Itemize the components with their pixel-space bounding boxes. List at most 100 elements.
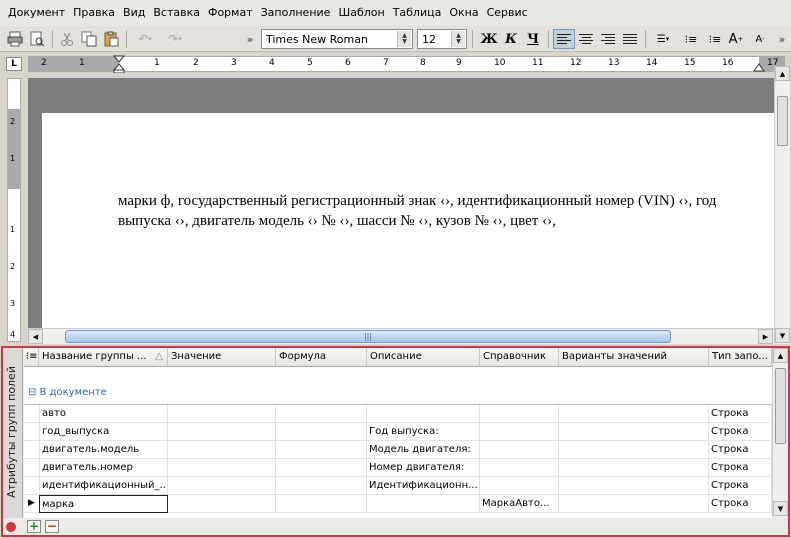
menu-document[interactable]: Документ — [4, 0, 69, 26]
font-name-arrow-icon[interactable]: ▲ ▼ — [397, 31, 411, 47]
add-row-button[interactable]: + — [27, 520, 41, 533]
column-header-variants[interactable]: Варианты значений — [559, 348, 709, 367]
cell-dictionary[interactable] — [480, 459, 559, 477]
column-header-type[interactable]: Тип запо... — [709, 348, 772, 367]
cell-type[interactable]: Строка — [709, 405, 772, 423]
toolbar-overflow-icon[interactable]: » — [244, 29, 256, 49]
cell-value[interactable] — [168, 405, 276, 423]
scroll-thumb[interactable] — [777, 96, 788, 146]
horizontal-ruler[interactable]: 2 1 1 2 3 4 5 6 7 8 9 10 11 12 13 14 15 … — [28, 55, 785, 73]
table-row[interactable]: ▶ марка МаркаАвто... Строка — [24, 495, 772, 513]
cell-name[interactable]: идентификационный_... — [39, 477, 168, 495]
cell-formula[interactable] — [276, 423, 367, 441]
align-left-button[interactable] — [553, 29, 575, 49]
toolbar-overflow-right-icon[interactable]: » — [776, 29, 788, 49]
cell-type[interactable]: Строка — [709, 477, 772, 495]
align-right-button[interactable] — [597, 29, 619, 49]
cell-name[interactable]: двигатель.модель — [39, 441, 168, 459]
menu-format[interactable]: Формат — [204, 0, 257, 26]
document-vertical-scrollbar[interactable]: ▲ ▼ — [774, 66, 790, 344]
cell-dictionary[interactable] — [480, 441, 559, 459]
font-name-combo[interactable]: Times New Roman ▲ ▼ — [261, 29, 413, 49]
font-size-arrow-icon[interactable]: ▲ ▼ — [451, 31, 465, 47]
cell-formula[interactable] — [276, 405, 367, 423]
cell-value[interactable] — [168, 423, 276, 441]
cell-description[interactable]: Номер двигателя: — [367, 459, 480, 477]
cell-type[interactable]: Строка — [709, 423, 772, 441]
cell-value[interactable] — [168, 459, 276, 477]
cell-formula[interactable] — [276, 459, 367, 477]
cell-formula[interactable] — [276, 477, 367, 495]
cell-type[interactable]: Строка — [709, 459, 772, 477]
table-row[interactable]: двигатель.номер Номер двигателя: Строка — [24, 459, 772, 477]
cell-description[interactable]: Идентификационн... — [367, 477, 480, 495]
cell-dictionary[interactable] — [480, 405, 559, 423]
cell-variants[interactable] — [559, 405, 709, 423]
grid-vertical-scrollbar[interactable]: ▲ ▼ — [772, 348, 788, 518]
indent-marker-icon[interactable] — [113, 55, 125, 73]
line-spacing-icon[interactable]: ☰ ▾ — [650, 29, 676, 49]
cell-name[interactable]: марка — [39, 495, 168, 513]
right-indent-marker-icon[interactable] — [753, 63, 765, 73]
horizontal-scroll-thumb[interactable]: ||| — [65, 330, 671, 343]
document-line-1[interactable]: марки ф, государственный регистрационный… — [118, 191, 774, 211]
menu-fill[interactable]: Заполнение — [257, 0, 335, 26]
cell-value[interactable] — [168, 477, 276, 495]
cell-description[interactable]: Модель двигателя: — [367, 441, 480, 459]
numbering-icon[interactable]: ⁝≡ — [704, 29, 726, 49]
table-row[interactable]: идентификационный_... Идентификационн...… — [24, 477, 772, 495]
scroll-right-icon[interactable]: ▶ — [758, 329, 773, 344]
document-horizontal-scrollbar[interactable]: ◀ ||| ▶ — [28, 328, 774, 344]
redo-icon[interactable]: ↷ ▾ — [162, 29, 188, 49]
document-page[interactable]: марки ф, государственный регистрационный… — [42, 113, 774, 328]
italic-button[interactable]: К — [500, 29, 522, 49]
cell-description[interactable] — [367, 405, 480, 423]
bullets-icon[interactable]: ⁝≡ — [680, 29, 702, 49]
column-header-formula[interactable]: Формула — [276, 348, 367, 367]
grid-scroll-thumb[interactable] — [775, 368, 786, 444]
print-icon[interactable] — [6, 29, 24, 49]
grid-scroll-down-icon[interactable]: ▼ — [773, 501, 788, 516]
group-row[interactable]: ⊟ В документе — [24, 384, 107, 402]
cell-dictionary[interactable] — [480, 477, 559, 495]
column-header-name[interactable]: Название группы ... △ — [39, 348, 168, 367]
cell-name[interactable]: год_выпуска — [39, 423, 168, 441]
cell-name[interactable]: двигатель.номер — [39, 459, 168, 477]
cell-formula[interactable] — [276, 441, 367, 459]
align-center-button[interactable] — [575, 29, 597, 49]
document-line-2[interactable]: выпуска ‹›, двигатель модель ‹› № ‹›, ша… — [118, 211, 774, 231]
attributes-grid[interactable]: ⁝≡ Название группы ... △ Значение Формула… — [24, 348, 772, 518]
menu-view[interactable]: Вид — [119, 0, 149, 26]
cell-variants[interactable] — [559, 495, 709, 513]
scroll-up-icon[interactable]: ▲ — [775, 66, 790, 81]
cell-variants[interactable] — [559, 459, 709, 477]
scroll-down-icon[interactable]: ▼ — [775, 328, 790, 343]
align-justify-button[interactable] — [619, 29, 641, 49]
close-panel-icon[interactable] — [6, 522, 16, 532]
grid-options-icon[interactable]: ⁝≡ — [24, 348, 39, 367]
table-row[interactable]: двигатель.модель Модель двигателя: Строк… — [24, 441, 772, 459]
menu-windows[interactable]: Окна — [445, 0, 482, 26]
cell-value[interactable] — [168, 441, 276, 459]
cell-value[interactable] — [168, 495, 276, 513]
menu-insert[interactable]: Вставка — [149, 0, 204, 26]
cell-type[interactable]: Строка — [709, 495, 772, 513]
cut-icon[interactable] — [58, 29, 76, 49]
menu-service[interactable]: Сервис — [483, 0, 532, 26]
shrink-font-button[interactable]: A- — [751, 29, 769, 49]
cell-dictionary[interactable] — [480, 423, 559, 441]
menu-edit[interactable]: Правка — [69, 0, 119, 26]
cell-variants[interactable] — [559, 441, 709, 459]
grid-scroll-up-icon[interactable]: ▲ — [773, 348, 788, 363]
cell-type[interactable]: Строка — [709, 441, 772, 459]
cell-variants[interactable] — [559, 477, 709, 495]
menu-template[interactable]: Шаблон — [334, 0, 388, 26]
document-text[interactable]: марки ф, государственный регистрационный… — [118, 191, 774, 231]
bold-button[interactable]: Ж — [478, 29, 500, 49]
column-header-value[interactable]: Значение — [168, 348, 276, 367]
print-preview-icon[interactable] — [28, 29, 46, 49]
font-size-combo[interactable]: 12 ▲ ▼ — [417, 29, 467, 49]
cell-variants[interactable] — [559, 423, 709, 441]
column-header-description[interactable]: Описание — [367, 348, 480, 367]
grow-font-button[interactable]: A + — [727, 29, 745, 49]
